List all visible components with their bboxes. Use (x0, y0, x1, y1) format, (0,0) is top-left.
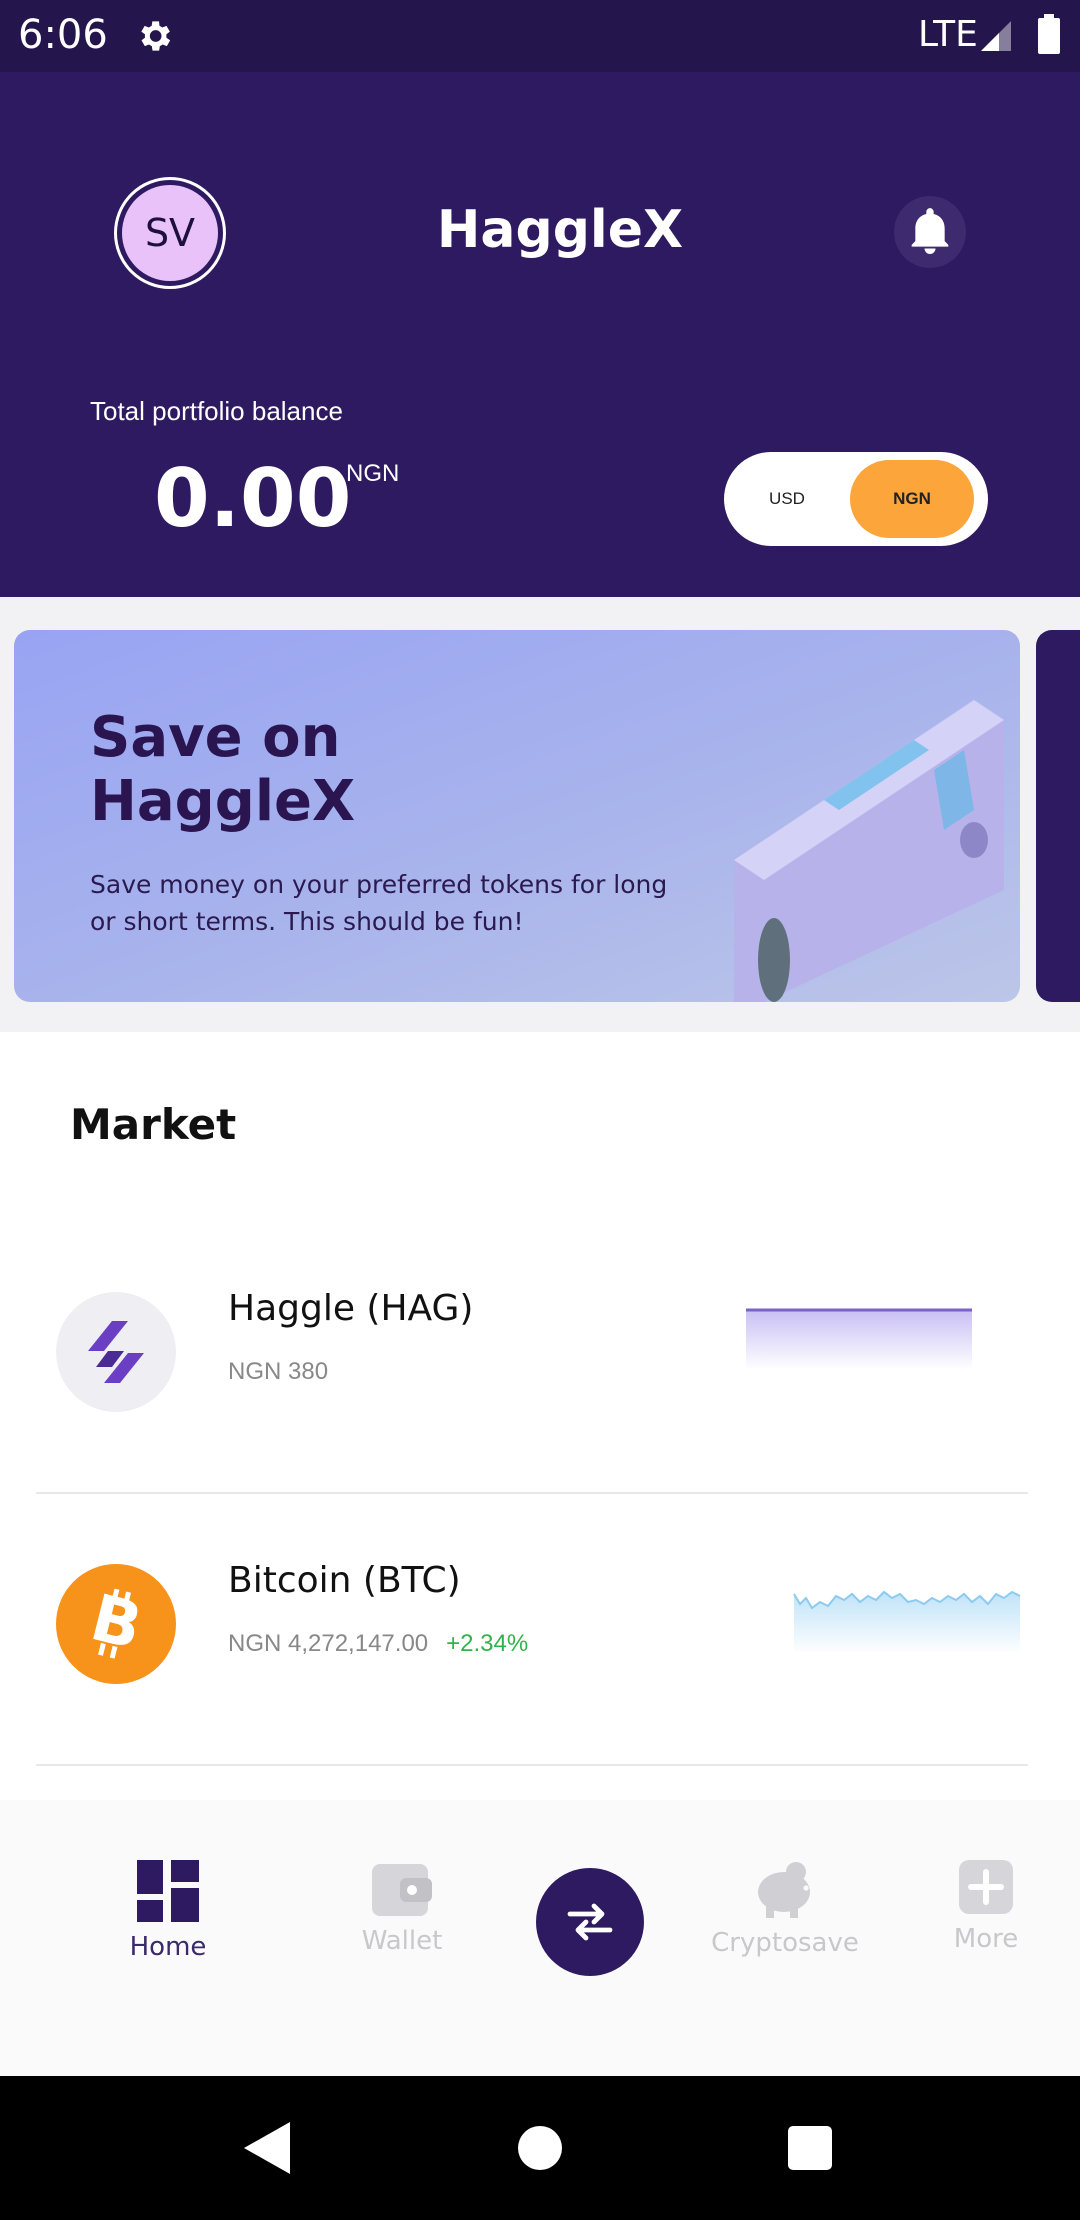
back-icon[interactable] (244, 2122, 290, 2174)
nav-home-label: Home (129, 1932, 207, 1962)
home-circle-icon[interactable] (518, 2126, 562, 2170)
bottom-nav: Home Wallet Cryptosave More (0, 1800, 1080, 2076)
currency-toggle: USD NGN (724, 452, 988, 546)
market-row-btc[interactable]: B Bitcoin (BTC) NGN 4,272,147.00 +2.34% (36, 1494, 1028, 1766)
swap-button[interactable] (536, 1868, 644, 1976)
avatar-initials: SV (122, 185, 218, 281)
nav-more-label: More (953, 1924, 1019, 1954)
coin-price: NGN 380 (228, 1358, 328, 1386)
recent-apps-icon[interactable] (788, 2126, 832, 2170)
hag-logo-icon (56, 1292, 176, 1412)
balance-label: Total portfolio balance (90, 396, 343, 426)
sparkline-chart (746, 1308, 972, 1370)
nav-cryptosave[interactable]: Cryptosave (700, 1860, 870, 1958)
coin-price-value: NGN 380 (228, 1358, 329, 1385)
next-banner-peek[interactable] (1036, 630, 1080, 1002)
wallet-illustration (734, 700, 1004, 1002)
coin-price: NGN 4,272,147.00 +2.34% (228, 1630, 528, 1658)
coin-name: Bitcoin (BTC) (228, 1560, 461, 1601)
home-grid-icon (137, 1860, 199, 1922)
bell-icon (911, 208, 949, 254)
currency-option-ngn[interactable]: NGN (850, 460, 974, 538)
sparkline-chart (793, 1590, 1021, 1654)
wallet-icon (372, 1864, 432, 1916)
signal-icon (981, 21, 1011, 51)
settings-gear-icon (141, 21, 171, 51)
banner-description: Save money on your preferred tokens for … (90, 870, 668, 936)
bitcoin-icon: B (56, 1564, 176, 1684)
banner-title: Save on HaggleX (90, 705, 356, 834)
avatar[interactable]: SV (114, 177, 226, 289)
network-type: LTE (918, 14, 978, 55)
nav-cryptosave-label: Cryptosave (711, 1928, 859, 1958)
nav-wallet-label: Wallet (361, 1926, 443, 1956)
balance-value: 0.00 (154, 452, 352, 545)
nav-home[interactable]: Home (100, 1860, 236, 1962)
coin-price-value: NGN 4,272,147.00 (228, 1630, 429, 1657)
nav-more[interactable]: More (936, 1860, 1036, 1954)
nav-wallet[interactable]: Wallet (340, 1860, 464, 1956)
status-time: 6:06 (18, 12, 108, 58)
battery-icon (1038, 14, 1060, 54)
piggy-bank-icon (758, 1862, 810, 1918)
swap-icon (567, 1903, 613, 1941)
plus-box-icon (959, 1860, 1013, 1914)
promo-banner[interactable]: Save on HaggleX Save money on your prefe… (14, 630, 1020, 1002)
notifications-button[interactable] (894, 196, 966, 268)
balance-currency: NGN (346, 460, 400, 487)
currency-option-usd[interactable]: USD (724, 452, 850, 546)
coin-name: Haggle (HAG) (228, 1288, 474, 1329)
coin-change: +2.34% (446, 1630, 529, 1657)
market-row-hag[interactable]: Haggle (HAG) NGN 380 (36, 1222, 1028, 1494)
portfolio-header: SV HaggleX Total portfolio balance 0.00 … (0, 72, 1080, 597)
market-section: Market Haggle (HAG) NGN 380 B Bitcoin (B… (0, 1032, 1080, 1800)
status-bar: 6:06 LTE (0, 0, 1080, 72)
app-title: HaggleX (436, 200, 684, 260)
market-title: Market (70, 1100, 237, 1149)
system-navigation-bar (0, 2076, 1080, 2220)
